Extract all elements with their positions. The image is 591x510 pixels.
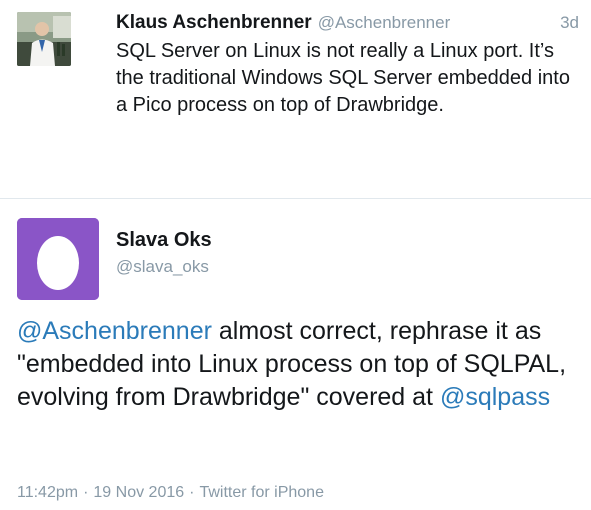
main-author-handle[interactable]: @slava_oks bbox=[116, 257, 209, 277]
mention-link[interactable]: @sqlpass bbox=[440, 383, 550, 411]
parent-author-handle[interactable]: @Aschenbrenner bbox=[318, 13, 451, 32]
separator: · bbox=[189, 484, 195, 501]
separator: · bbox=[83, 484, 89, 501]
parent-tweet[interactable]: Klaus Aschenbrenner @Aschenbrenner 3d SQL… bbox=[0, 0, 591, 198]
main-avatar[interactable] bbox=[17, 218, 99, 300]
tweet-date: 19 Nov 2016 bbox=[93, 484, 185, 501]
user-photo-icon bbox=[17, 12, 71, 66]
parent-tweet-text: SQL Server on Linux is not really a Linu… bbox=[116, 40, 570, 116]
parent-avatar[interactable] bbox=[17, 12, 71, 66]
mention-link[interactable]: @Aschenbrenner bbox=[17, 317, 212, 345]
divider bbox=[0, 198, 591, 199]
tweet-metadata: 11:42pm · 19 Nov 2016 · Twitter for iPhone bbox=[17, 484, 324, 502]
tweet-time: 11:42pm bbox=[17, 484, 79, 501]
default-egg-avatar-icon bbox=[17, 218, 99, 300]
main-tweet-text: @Aschenbrenner almost correct, rephrase … bbox=[17, 315, 583, 414]
parent-timestamp[interactable]: 3d bbox=[560, 13, 579, 33]
tweet-detail-view: Klaus Aschenbrenner @Aschenbrenner 3d SQL… bbox=[0, 0, 591, 510]
main-author-name[interactable]: Slava Oks bbox=[116, 229, 212, 252]
parent-tweet-header: Klaus Aschenbrenner @Aschenbrenner 3d bbox=[116, 12, 581, 36]
parent-author-name[interactable]: Klaus Aschenbrenner bbox=[116, 12, 312, 33]
tweet-source-link[interactable]: Twitter for iPhone bbox=[199, 484, 324, 501]
